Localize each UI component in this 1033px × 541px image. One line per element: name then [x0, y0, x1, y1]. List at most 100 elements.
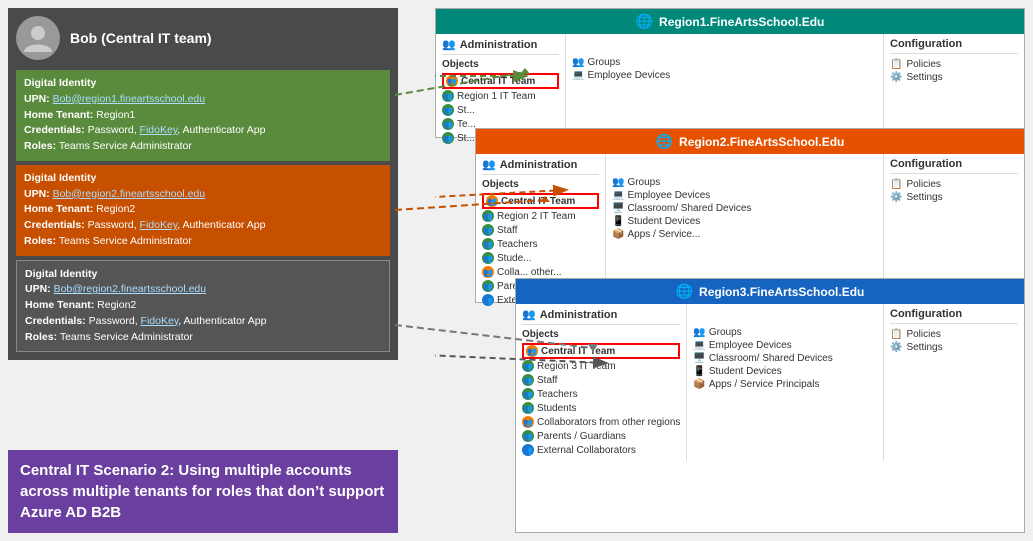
identity-region3: Digital Identity UPN: Bob@region2.finear… — [16, 260, 390, 353]
regions-area: 🌐 Region1.FineArtsSchool.Edu 👥 Administr… — [435, 8, 1025, 533]
apps-icon-2: 📦 — [612, 229, 624, 240]
region3-obj-staff: 👥 Staff — [522, 373, 680, 387]
region2-settings: ⚙️ Settings — [890, 191, 1018, 204]
upn-1: UPN: Bob@region1.fineartsschool.edu — [24, 92, 382, 108]
identity-region2: Digital Identity UPN: Bob@region2.finear… — [16, 165, 390, 256]
region2-title: Region2.FineArtsSchool.Edu — [679, 135, 844, 149]
roles-1: Roles: Teams Service Administrator — [24, 139, 382, 155]
obj-icon-r2-5: 👥 — [482, 252, 494, 264]
region2-panel: 🌐 Region2.FineArtsSchool.Edu 👥 Administr… — [475, 128, 1025, 303]
region2-dev-4: 📱 Student Devices — [612, 215, 877, 228]
region2-config-label: Configuration — [890, 158, 1018, 174]
region2-policies: 📋 Policies — [890, 178, 1018, 191]
credentials-3: Credentials: Password, FidoKey, Authenti… — [25, 314, 381, 330]
region3-admin: 👥 Administration Objects 👥 Central IT Te… — [522, 308, 680, 457]
region1-dev-1: 👥 Groups — [572, 56, 877, 69]
obj-icon-3: 👥 — [442, 104, 454, 116]
region2-admin-label: 👥 Administration — [482, 158, 599, 175]
admin-icon-1: 👥 — [442, 38, 456, 51]
region1-settings: ⚙️ Settings — [890, 71, 1018, 84]
identity-label-1: Digital Identity — [24, 76, 382, 92]
obj-icon-5: 👥 — [442, 132, 454, 144]
home-tenant-3: Home Tenant: Region2 — [25, 298, 381, 314]
roles-2: Roles: Teams Service Administrator — [24, 234, 382, 250]
region3-dev-5: 📦 Apps / Service Principals — [693, 378, 877, 391]
obj-icon-r2-6: 👥 — [482, 266, 494, 278]
credentials-1: Credentials: Password, FidoKey, Authenti… — [24, 123, 382, 139]
studdev-icon-2: 📱 — [612, 216, 624, 227]
region3-obj-r3team: 👥 Region 3 IT Team — [522, 359, 680, 373]
region3-policies: 📋 Policies — [890, 328, 1018, 341]
region3-header: 🌐 Region3.FineArtsSchool.Edu — [516, 279, 1024, 304]
groups-icon-2: 👥 — [612, 177, 624, 188]
groups-icon-1: 👥 — [572, 57, 584, 68]
region3-objects-col: 👥 Administration Objects 👥 Central IT Te… — [516, 304, 687, 461]
obj-icon-1: 👥 — [446, 75, 458, 87]
region2-dev-2: 💻 Employee Devices — [612, 189, 877, 202]
obj-icon-r3-4: 👥 — [522, 388, 534, 400]
region1-config-label: Configuration — [890, 38, 1018, 54]
home-tenant-1: Home Tenant: Region1 — [24, 108, 382, 124]
obj-icon-r2-8: 👥 — [482, 294, 494, 306]
region3-dev-4: 📱 Student Devices — [693, 365, 877, 378]
empdev-icon-2: 💻 — [612, 190, 624, 201]
globe-icon-1: 🌐 — [636, 13, 653, 30]
region3-config: Configuration 📋 Policies ⚙️ Settings — [884, 304, 1024, 461]
policies-icon-2: 📋 — [890, 179, 902, 190]
obj-icon-2: 👥 — [442, 90, 454, 102]
region2-dev-1: 👥 Groups — [612, 176, 877, 189]
obj-icon-r3-5: 👥 — [522, 402, 534, 414]
region2-header: 🌐 Region2.FineArtsSchool.Edu — [476, 129, 1024, 154]
globe-icon-2: 🌐 — [656, 133, 673, 150]
region2-dev-3: 🖥️ Classroom/ Shared Devices — [612, 202, 877, 215]
region3-admin-label: 👥 Administration — [522, 308, 680, 325]
region3-objects-label: Objects — [522, 329, 680, 340]
groups-icon-3: 👥 — [693, 327, 705, 338]
obj-icon-r3-8: 👥 — [522, 444, 534, 456]
region1-admin-label: 👥 Administration — [442, 38, 559, 55]
left-panel: Bob (Central IT team) Digital Identity U… — [8, 8, 398, 360]
region3-devices-col: 👥 Groups 💻 Employee Devices 🖥️ Classroom… — [687, 304, 884, 461]
region3-dev-2: 💻 Employee Devices — [693, 339, 877, 352]
region3-obj-central-it: 👥 Central IT Team — [522, 343, 680, 359]
region1-objects-label: Objects — [442, 59, 559, 70]
settings-icon-1: ⚙️ — [890, 72, 902, 83]
region3-settings: ⚙️ Settings — [890, 341, 1018, 354]
region3-title: Region3.FineArtsSchool.Edu — [699, 285, 864, 299]
identity-label-3: Digital Identity — [25, 267, 381, 283]
obj-icon-r3-2: 👥 — [522, 360, 534, 372]
region1-panel: 🌐 Region1.FineArtsSchool.Edu 👥 Administr… — [435, 8, 1025, 138]
obj-icon-r2-7: 👥 — [482, 280, 494, 292]
region2-obj-central-it: 👥 Central IT Team — [482, 193, 599, 209]
obj-icon-r2-3: 👥 — [482, 224, 494, 236]
identity-label-2: Digital Identity — [24, 171, 382, 187]
region1-title: Region1.FineArtsSchool.Edu — [659, 15, 824, 29]
region3-body: 👥 Administration Objects 👥 Central IT Te… — [516, 304, 1024, 461]
studdev-icon-3: 📱 — [693, 366, 705, 377]
obj-icon-4: 👥 — [442, 118, 454, 130]
region3-obj-teachers: 👥 Teachers — [522, 387, 680, 401]
region3-dev-1: 👥 Groups — [693, 326, 877, 339]
policies-icon-1: 📋 — [890, 59, 902, 70]
region2-obj-teachers: 👥 Teachers — [482, 237, 599, 251]
region1-obj-3: 👥 St... — [442, 103, 559, 117]
region3-dev-3: 🖥️ Classroom/ Shared Devices — [693, 352, 877, 365]
region1-obj-region1team: 👥 Region 1 IT Team — [442, 89, 559, 103]
obj-icon-r2-4: 👥 — [482, 238, 494, 250]
admin-icon-3: 👥 — [522, 308, 536, 321]
admin-icon-2: 👥 — [482, 158, 496, 171]
identity-region1: Digital Identity UPN: Bob@region1.finear… — [16, 70, 390, 161]
globe-icon-3: 🌐 — [676, 283, 693, 300]
region3-config-label: Configuration — [890, 308, 1018, 324]
upn-3: UPN: Bob@region2.fineartsschool.edu — [25, 282, 381, 298]
upn-2: UPN: Bob@region2.fineartsschool.edu — [24, 187, 382, 203]
region2-obj-students: 👥 Stude... — [482, 251, 599, 265]
region3-obj-collab: 👥 Collaborators from other regions — [522, 415, 680, 429]
scenario-box: Central IT Scenario 2: Using multiple ac… — [8, 450, 398, 533]
settings-icon-2: ⚙️ — [890, 192, 902, 203]
region3-obj-parents: 👥 Parents / Guardians — [522, 429, 680, 443]
obj-icon-r2-2: 👥 — [482, 210, 494, 222]
obj-icon-r3-1: 👥 — [526, 345, 538, 357]
bob-name: Bob (Central IT team) — [70, 30, 212, 46]
region2-obj-collab: 👥 Colla... other... — [482, 265, 599, 279]
